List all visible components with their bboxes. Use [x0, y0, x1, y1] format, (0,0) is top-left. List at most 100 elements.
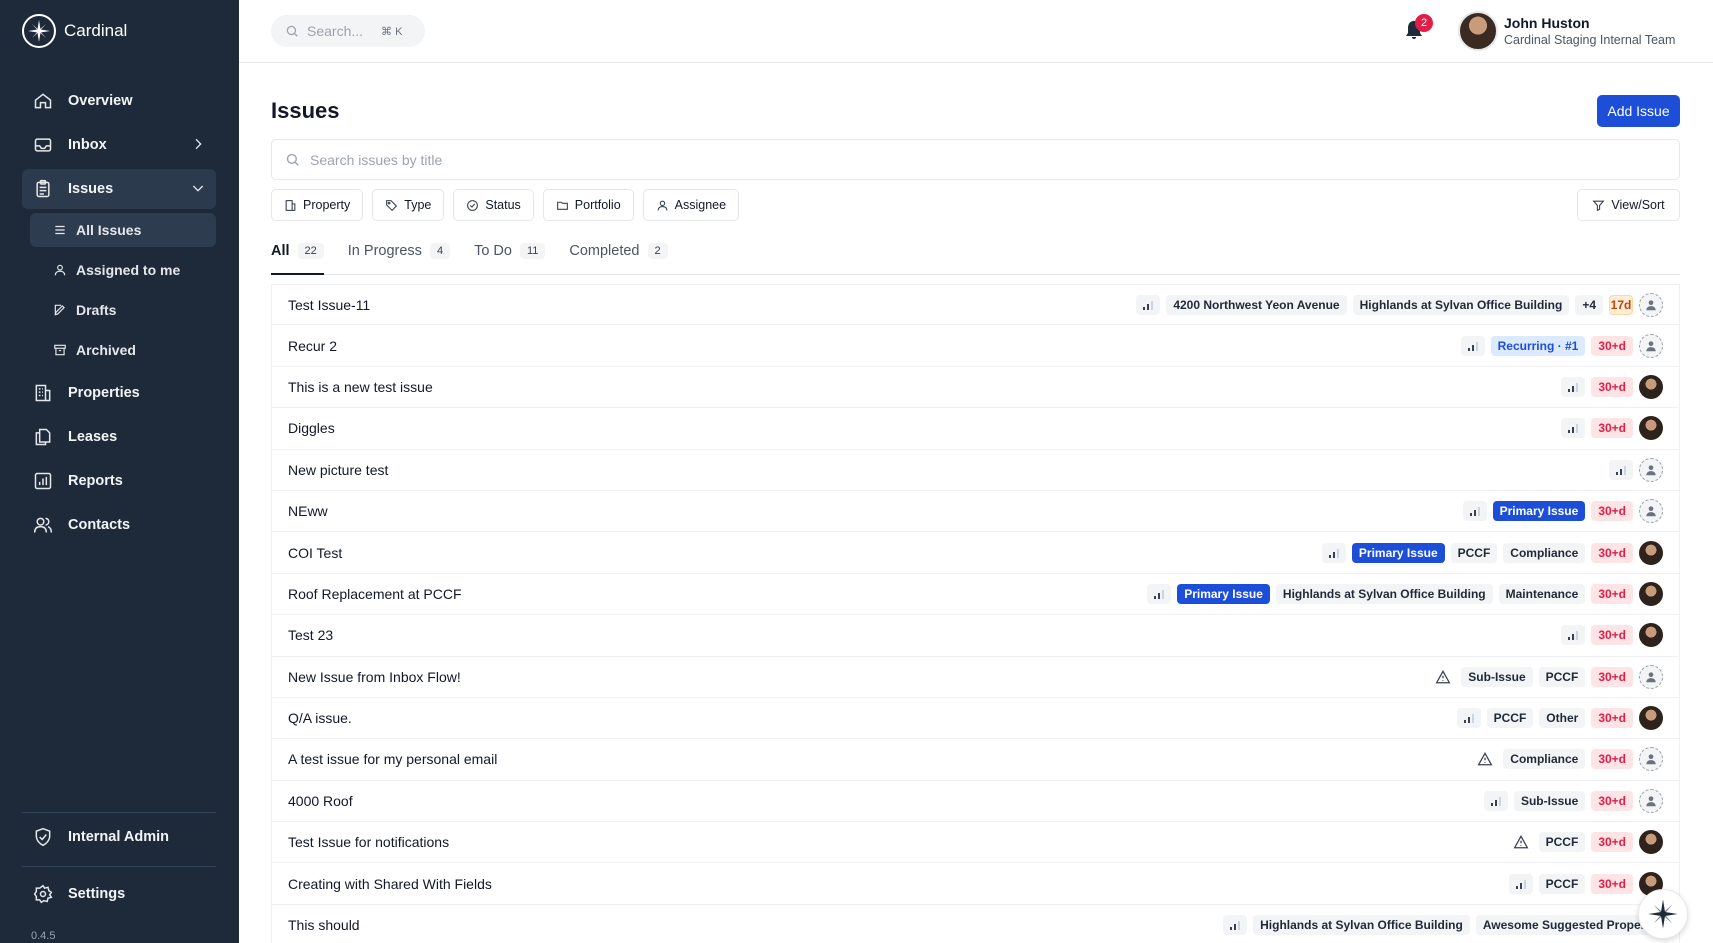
assistant-button[interactable]: [1638, 889, 1688, 939]
issue-meta: Highlands at Sylvan Office Building Aweso…: [1223, 915, 1663, 936]
user-menu[interactable]: John Huston Cardinal Staging Internal Te…: [1458, 11, 1675, 51]
sidebar-item-reports[interactable]: Reports: [22, 461, 216, 501]
page-title: Issues: [271, 98, 340, 123]
filter-portfolio-button[interactable]: Portfolio: [542, 189, 634, 221]
sidebar-item-issues[interactable]: Issues: [22, 169, 216, 209]
priority-bars-icon[interactable]: [1609, 459, 1633, 480]
priority-bars-icon[interactable]: [1136, 294, 1161, 315]
sidebar-item-assigned-to-me[interactable]: Assigned to me: [30, 253, 216, 287]
issue-title: New picture test: [288, 461, 389, 478]
priority-bars-icon[interactable]: [1462, 501, 1487, 522]
add-issue-button[interactable]: Add Issue: [1597, 95, 1680, 127]
issue-row[interactable]: A test issue for my personal email Compli…: [271, 739, 1680, 781]
priority-bars-icon[interactable]: [1561, 625, 1586, 646]
warning-triangle-icon[interactable]: [1431, 667, 1455, 687]
issue-row[interactable]: Test Issue-11 4200 Northwest Yeon Avenue H…: [271, 284, 1680, 326]
warning-triangle-icon[interactable]: [1509, 832, 1533, 852]
sidebar-item-leases[interactable]: Leases: [22, 417, 216, 457]
main-nav: Overview Inbox Issues All Issues Assigne…: [22, 81, 216, 549]
issue-row[interactable]: NEww Primary Issue 30+d: [271, 490, 1680, 533]
priority-bars-icon[interactable]: [1321, 542, 1346, 563]
sidebar-item-properties[interactable]: Properties: [22, 373, 216, 413]
issue-row[interactable]: Q/A issue. PCCF Other 30+d: [271, 697, 1680, 740]
unassigned-avatar-icon[interactable]: [1639, 788, 1663, 813]
sidebar-item-archived[interactable]: Archived: [30, 333, 216, 367]
sidebar-item-contacts[interactable]: Contacts: [22, 505, 216, 545]
issue-row[interactable]: Creating with Shared With Fields PCCF 30+d: [271, 863, 1680, 905]
sidebar-item-all-issues[interactable]: All Issues: [30, 213, 216, 247]
unassigned-avatar-icon[interactable]: [1639, 457, 1663, 482]
issues-submenu: All Issues Assigned to me Drafts Archive…: [22, 213, 216, 367]
unassigned-avatar-icon[interactable]: [1639, 747, 1663, 772]
search-icon: [285, 24, 299, 38]
priority-bars-icon[interactable]: [1456, 708, 1481, 729]
unassigned-avatar-icon[interactable]: [1639, 292, 1663, 317]
warning-triangle-icon[interactable]: [1473, 749, 1497, 769]
issue-row[interactable]: Roof Replacement at PCCF Primary Issue Hig…: [271, 573, 1680, 616]
notifications-button[interactable]: 2: [1402, 14, 1433, 44]
tab-in-progress[interactable]: In Progress 4: [348, 237, 451, 275]
check-circle-icon: [466, 199, 479, 212]
unassigned-avatar-icon[interactable]: [1639, 333, 1663, 358]
issue-meta: Recurring · #1 30+d: [1460, 333, 1663, 358]
age-badge: 30+d: [1591, 335, 1633, 356]
filter-type-button[interactable]: Type: [372, 189, 445, 221]
sidebar-item-overview[interactable]: Overview: [22, 81, 216, 121]
sidebar-item-inbox[interactable]: Inbox: [22, 125, 216, 165]
issue-row[interactable]: COI Test Primary Issue PCCF Compliance 30+d: [271, 532, 1680, 574]
app-version: 0.4.5: [31, 930, 56, 942]
priority-bars-icon[interactable]: [1147, 583, 1172, 604]
priority-bars-icon[interactable]: [1223, 915, 1248, 936]
age-badge: 30+d: [1591, 832, 1633, 853]
assignee-avatar[interactable]: [1639, 623, 1663, 648]
assignee-avatar[interactable]: [1639, 581, 1663, 606]
priority-bars-icon[interactable]: [1508, 873, 1533, 894]
issue-row[interactable]: Recur 2 Recurring · #1 30+d: [271, 325, 1680, 367]
age-badge: 30+d: [1591, 418, 1633, 439]
filter-property-button[interactable]: Property: [271, 189, 364, 221]
age-badge: 30+d: [1591, 625, 1633, 646]
view-sort-button[interactable]: View/Sort: [1577, 189, 1680, 221]
priority-bars-icon[interactable]: [1561, 376, 1586, 397]
assignee-avatar[interactable]: [1639, 706, 1663, 731]
global-search-placeholder: Search...: [307, 23, 364, 39]
assignee-avatar[interactable]: [1639, 830, 1663, 855]
tab-all[interactable]: All 22: [271, 237, 324, 275]
global-search[interactable]: Search... ⌘ K: [271, 15, 425, 47]
age-badge: 30+d: [1591, 501, 1633, 522]
unassigned-avatar-icon[interactable]: [1639, 664, 1663, 689]
age-badge: 30+d: [1591, 873, 1633, 894]
priority-bars-icon[interactable]: [1483, 790, 1508, 811]
issue-row[interactable]: New picture test: [271, 449, 1680, 491]
assignee-avatar[interactable]: [1639, 374, 1663, 399]
issue-row[interactable]: 4000 Roof Sub-Issue 30+d: [271, 780, 1680, 823]
unassigned-avatar-icon[interactable]: [1639, 499, 1663, 524]
sidebar-item-settings[interactable]: Settings: [22, 874, 216, 914]
priority-bars-icon[interactable]: [1460, 335, 1485, 356]
filter-status-button[interactable]: Status: [453, 189, 534, 221]
issue-row[interactable]: Test Issue for notifications PCCF 30+d: [271, 822, 1680, 864]
sidebar-item-internal-admin[interactable]: Internal Admin: [22, 817, 216, 857]
brand[interactable]: Cardinal: [22, 14, 127, 48]
filter-assignee-button[interactable]: Assignee: [642, 189, 740, 221]
issue-search-input[interactable]: Search issues by title: [271, 139, 1680, 180]
assignee-avatar[interactable]: [1639, 540, 1663, 565]
issue-row[interactable]: Test 23 30+d: [271, 615, 1680, 657]
issue-tag: PCCF: [1538, 666, 1586, 687]
shield-check-icon: [32, 826, 54, 848]
sidebar-bottom-settings: Settings: [22, 874, 216, 918]
tab-to-do[interactable]: To Do 11: [474, 237, 546, 275]
issue-title: 4000 Roof: [288, 792, 353, 809]
assignee-avatar[interactable]: [1639, 416, 1663, 441]
issue-row[interactable]: This should Highlands at Sylvan Office Bu…: [271, 904, 1680, 943]
sidebar-item-drafts[interactable]: Drafts: [30, 293, 216, 327]
issue-row[interactable]: This is a new test issue 30+d: [271, 366, 1680, 409]
issue-row[interactable]: Diggles 30+d: [271, 408, 1680, 450]
issue-row[interactable]: New Issue from Inbox Flow! Sub-Issue PCCF 3…: [271, 656, 1680, 698]
issue-tag: Primary Issue: [1351, 542, 1445, 563]
issue-title: This is a new test issue: [288, 378, 433, 395]
tab-completed[interactable]: Completed 2: [569, 237, 668, 275]
priority-bars-icon[interactable]: [1561, 418, 1586, 439]
issue-tag: 4200 Northwest Yeon Avenue: [1166, 294, 1347, 315]
issue-meta: Primary Issue PCCF Compliance 30+d: [1321, 540, 1663, 565]
